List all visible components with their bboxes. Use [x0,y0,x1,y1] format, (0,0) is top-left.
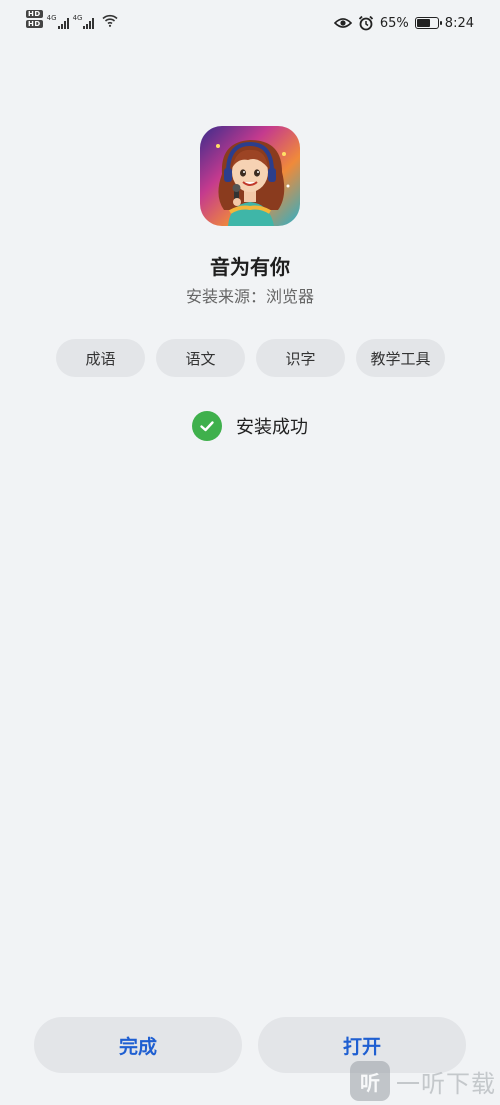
battery-fill [416,19,430,27]
network1-label: 4G [46,14,57,22]
install-source: 安装来源：浏览器 [185,287,314,306]
category-tags: 成语 语文 识字 教学工具 [56,339,446,377]
checkmark-icon [200,421,214,432]
signal-icon-2: 4G [73,14,95,29]
signal-bars-1 [57,17,69,29]
status-bar-right: 65% 8:24 [333,15,474,31]
install-status: 安装成功 [0,411,500,441]
watermark-logo-icon: 听 [350,1061,390,1101]
wifi-icon [102,14,119,27]
eye-icon [333,18,352,28]
signal-bars-2 [83,17,95,29]
clock: 8:24 [444,15,474,31]
battery-icon [414,17,442,29]
app-icon [200,126,300,226]
status-bar: HD HD 4G 4G 65% 8:24 [0,0,500,48]
tag-yuwen: 语文 [156,339,245,377]
site-watermark: 听 一听下载 [350,1061,496,1101]
network2-label: 4G [72,14,83,22]
signal-icon: 4G [47,14,69,29]
install-complete-screen: HD HD 4G 4G 65% 8:24 音为有你 安装来源：浏览器 成语 语文… [0,0,500,1105]
battery-percent: 65% [379,15,409,31]
done-button[interactable]: 完成 [34,1017,242,1073]
tag-shizi: 识字 [256,339,345,377]
tag-teaching-tools: 教学工具 [356,339,445,377]
app-icon-illustration [200,126,300,226]
watermark-logo-text: 听 [360,1070,380,1095]
check-circle-icon [192,411,222,441]
status-bar-left: HD HD 4G 4G [26,10,119,29]
watermark-text: 一听下载 [396,1069,496,1098]
sim1-hd-badge: HD [26,10,43,18]
app-name: 音为有你 [210,255,290,279]
install-success-text: 安装成功 [236,417,308,438]
sim2-hd-badge: HD [26,20,43,28]
alarm-icon [358,15,374,31]
hd-badges: HD HD [26,10,43,28]
tag-chengyu: 成语 [56,339,145,377]
